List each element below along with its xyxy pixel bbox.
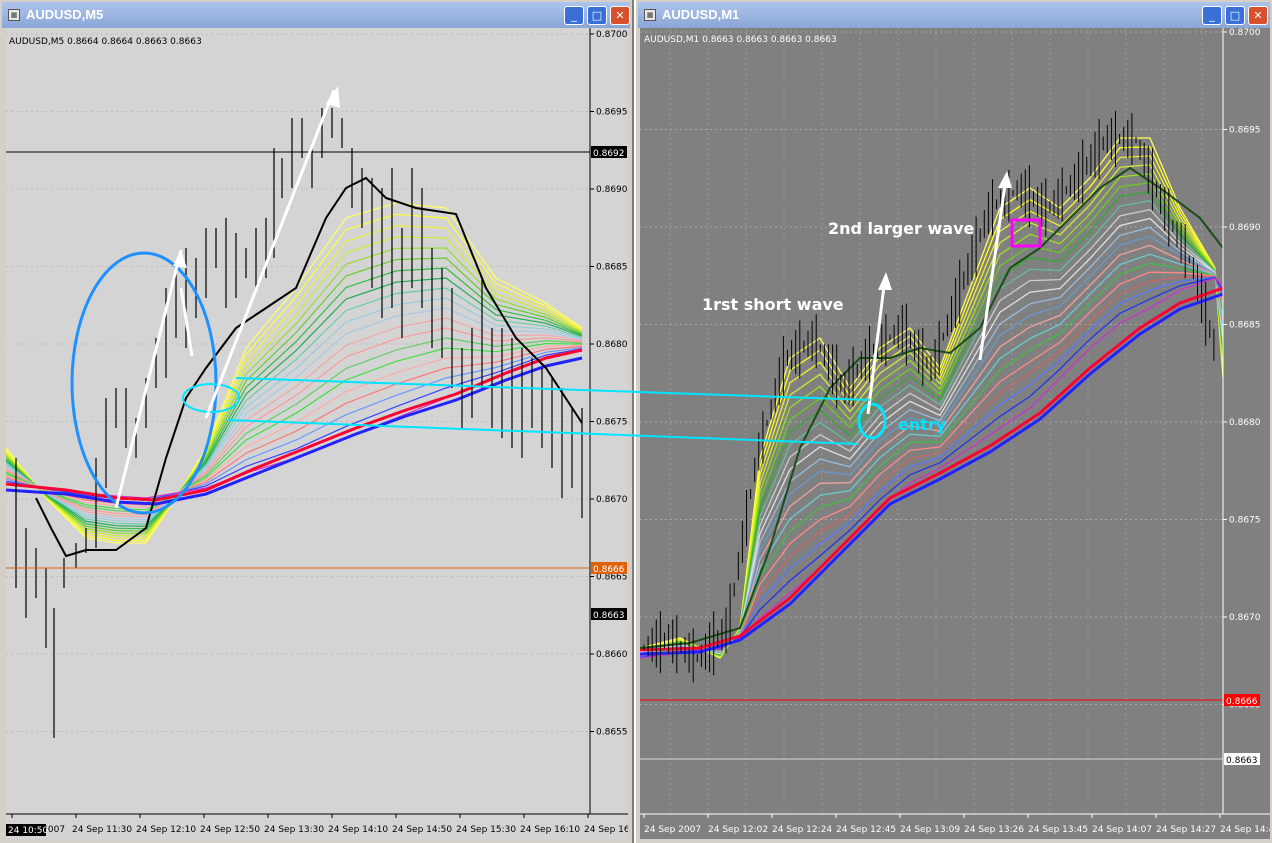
price-tick-label: 0.8670: [596, 495, 628, 505]
chart-window-icon: ▦: [8, 9, 20, 21]
chart-background: [6, 28, 628, 839]
time-tick-label: 24 Sep 12:24: [772, 825, 832, 835]
time-tick-label: 24 Sep 12:50: [200, 825, 260, 835]
price-tag-label: 0.8666: [1226, 697, 1258, 707]
time-tick-label: 24 Sep 14:07: [1092, 825, 1152, 835]
annotation-wave1: 1rst short wave: [702, 295, 844, 314]
time-tick-label: 24 Sep 13:26: [964, 825, 1024, 835]
title-bar[interactable]: ▦ AUDUSD,M1 _ □ ✕: [638, 2, 1270, 28]
price-tag-label: 0.8663: [1226, 756, 1258, 766]
price-tick-label: 0.8695: [1229, 126, 1261, 136]
price-tick-label: 0.8690: [1229, 223, 1261, 233]
chart-window-m5[interactable]: ▦ AUDUSD,M5 _ □ ✕ AUDUSD,M5 0.8664 0.866…: [0, 0, 634, 843]
time-tick-label: 24 Sep 12:02: [708, 825, 768, 835]
time-tick-label: 24 Sep 14:10: [328, 825, 388, 835]
chart-canvas[interactable]: AUDUSD,M5 0.8664 0.8664 0.8663 0.8663 0.…: [6, 28, 628, 839]
time-tick-label: 24 Sep 15:30: [456, 825, 516, 835]
price-tick-label: 0.8685: [1229, 321, 1261, 331]
cursor-time-label: 24 10:50: [8, 826, 49, 836]
price-tick-label: 0.8680: [596, 340, 628, 350]
time-tick-label: 24 Sep 12:10: [136, 825, 196, 835]
maximize-button[interactable]: □: [1225, 6, 1245, 25]
time-tick-label: 24 Sep 13:45: [1028, 825, 1088, 835]
chart-header: AUDUSD,M1 0.8663 0.8663 0.8663 0.8663: [644, 35, 837, 45]
price-tick-label: 0.8675: [596, 418, 628, 428]
annotation-wave2: 2nd larger wave: [828, 219, 974, 238]
chart-background: [640, 28, 1270, 839]
window-title: AUDUSD,M1: [662, 7, 740, 22]
price-tick-label: 0.8670: [1229, 613, 1261, 623]
time-tick-label: 24 Sep 2007: [644, 825, 701, 835]
chart-window-m1[interactable]: ▦ AUDUSD,M1 _ □ ✕ AUDUSD,M1 0.8663 0.866…: [636, 0, 1272, 843]
time-tick-label: 24 Sep 11:30: [72, 825, 132, 835]
time-tick-label: 24 Sep 12:45: [836, 825, 896, 835]
time-tick-label: 24 Sep 14:50: [392, 825, 452, 835]
price-tag-label: 0.8692: [593, 149, 625, 159]
chart-header: AUDUSD,M5 0.8664 0.8664 0.8663 0.8663: [9, 37, 202, 47]
price-tick-label: 0.8700: [1229, 28, 1261, 38]
price-tick-label: 0.8700: [596, 30, 628, 40]
price-tick-label: 0.8660: [596, 650, 628, 660]
price-tick-label: 0.8675: [1229, 516, 1261, 526]
price-tick-label: 0.8690: [596, 185, 628, 195]
time-tick-label: 24 Sep 16:50: [584, 825, 628, 835]
price-tick-label: 0.8685: [596, 263, 628, 273]
window-title: AUDUSD,M5: [26, 7, 104, 22]
price-chart-m5[interactable]: AUDUSD,M5 0.8664 0.8664 0.8663 0.8663 0.…: [6, 28, 628, 839]
price-tag-label: 0.8663: [593, 611, 625, 621]
price-tick-label: 0.8680: [1229, 418, 1261, 428]
time-tick-label: 24 Sep 16:10: [520, 825, 580, 835]
chart-window-icon: ▦: [644, 9, 656, 21]
close-button[interactable]: ✕: [1248, 6, 1268, 25]
time-tick-label: 24 Sep 13:09: [900, 825, 960, 835]
minimize-button[interactable]: _: [564, 6, 584, 25]
time-tick-label: 24 Sep 14:27: [1156, 825, 1216, 835]
price-tick-label: 0.8695: [596, 108, 628, 118]
time-tick-label: 24 Sep 14:4: [1220, 825, 1270, 835]
chart-canvas[interactable]: AUDUSD,M1 0.8663 0.8663 0.8663 0.8663 0.…: [640, 28, 1270, 839]
annotation-entry: entry: [898, 415, 947, 434]
minimize-button[interactable]: _: [1202, 6, 1222, 25]
price-chart-m1[interactable]: AUDUSD,M1 0.8663 0.8663 0.8663 0.8663 0.…: [640, 28, 1270, 839]
close-button[interactable]: ✕: [610, 6, 630, 25]
title-bar[interactable]: ▦ AUDUSD,M5 _ □ ✕: [2, 2, 630, 28]
time-tick-label: 24 Sep 13:30: [264, 825, 324, 835]
price-tag-label: 0.8666: [593, 565, 625, 575]
price-tick-label: 0.8655: [596, 728, 628, 738]
maximize-button[interactable]: □: [587, 6, 607, 25]
